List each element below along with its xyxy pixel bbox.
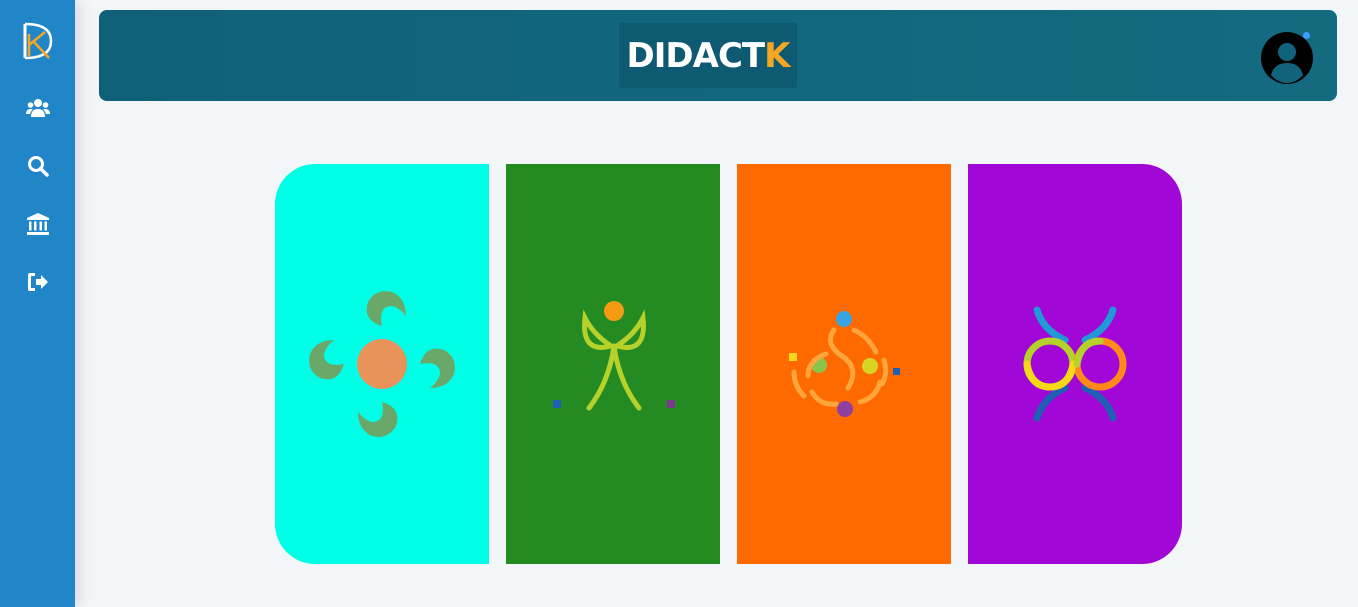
card-cyan[interactable] [275, 164, 489, 564]
card-orange[interactable] [737, 164, 951, 564]
sidebar-item-search[interactable] [18, 146, 58, 186]
card-green[interactable] [506, 164, 720, 564]
sidebar-item-logout[interactable] [18, 262, 58, 302]
user-circle-icon [1261, 32, 1313, 84]
sidebar [0, 0, 75, 607]
sidebar-item-institution[interactable] [18, 204, 58, 244]
notification-dot [1303, 32, 1310, 39]
card-purple[interactable] [968, 164, 1182, 564]
sidebar-item-users[interactable] [18, 88, 58, 128]
dancing-figures-emblem-icon [789, 311, 900, 417]
leaf-figure-emblem-icon [553, 301, 675, 411]
brand-wordmark: DIDACTK [626, 35, 791, 76]
user-avatar-button[interactable] [1260, 31, 1314, 85]
bank-icon [26, 213, 49, 235]
swirl-emblem-icon [309, 291, 455, 437]
app-logo-icon[interactable] [21, 20, 55, 62]
brand-logo[interactable]: DIDACTK [619, 23, 797, 88]
top-bar: DIDACTK [99, 10, 1337, 101]
users-icon [25, 99, 50, 117]
search-icon [27, 156, 49, 177]
rings-emblem-icon [1023, 306, 1127, 422]
logout-icon [27, 273, 48, 291]
